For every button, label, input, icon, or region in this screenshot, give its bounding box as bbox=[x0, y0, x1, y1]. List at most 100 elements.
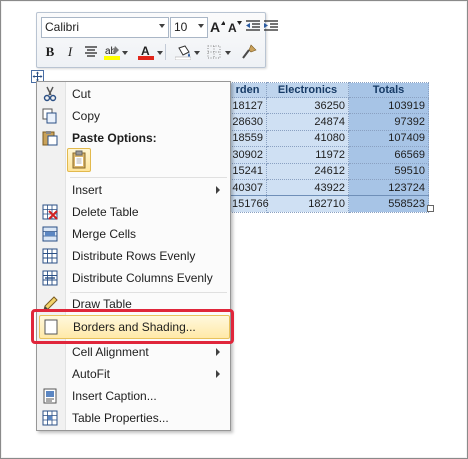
menu-item-distribute-rows[interactable]: Distribute Rows Evenly bbox=[39, 245, 228, 267]
table-cell[interactable]: 123724 bbox=[348, 178, 429, 197]
menu-item-merge-cells[interactable]: Merge Cells bbox=[39, 223, 228, 245]
font-color-icon: A bbox=[138, 44, 154, 60]
delete-table-icon bbox=[42, 204, 58, 220]
bold-button[interactable]: B bbox=[41, 43, 59, 61]
table-header-row: rden Electronics Totals bbox=[228, 82, 429, 98]
table-cell[interactable]: 43922 bbox=[266, 178, 349, 197]
format-painter-icon bbox=[242, 44, 257, 59]
menu-item-label: Insert Caption... bbox=[72, 389, 157, 403]
menu-item-label: Copy bbox=[72, 109, 101, 123]
table-resize-handle[interactable] bbox=[427, 205, 434, 212]
table-cell[interactable]: 28630 bbox=[228, 113, 267, 131]
table-cell[interactable]: 66569 bbox=[348, 146, 429, 164]
submenu-arrow-icon bbox=[216, 370, 220, 378]
table-row: 30902 11972 66569 bbox=[228, 146, 429, 164]
italic-button[interactable]: I bbox=[61, 43, 79, 61]
increase-indent-button[interactable] bbox=[262, 17, 280, 35]
center-button[interactable] bbox=[82, 43, 100, 61]
decrease-indent-button[interactable] bbox=[244, 17, 262, 35]
copy-icon bbox=[42, 108, 57, 124]
table-cell[interactable]: 18127 bbox=[228, 96, 267, 115]
font-name-combo[interactable]: Calibri bbox=[41, 17, 169, 38]
table-properties-icon bbox=[42, 410, 58, 426]
menu-item-label: Cell Alignment bbox=[72, 345, 149, 359]
submenu-arrow-icon bbox=[216, 186, 220, 194]
menu-item-cell-alignment[interactable]: Cell Alignment bbox=[39, 341, 228, 363]
borders-button[interactable] bbox=[205, 43, 223, 61]
column-header[interactable]: Electronics bbox=[266, 82, 349, 98]
table-cell[interactable]: 30902 bbox=[228, 146, 267, 164]
menu-item-insert-caption[interactable]: Insert Caption... bbox=[39, 385, 228, 407]
menu-item-delete-table[interactable]: Delete Table bbox=[39, 201, 228, 223]
submenu-arrow-icon bbox=[216, 348, 220, 356]
column-header[interactable]: Totals bbox=[348, 82, 429, 98]
table-cell[interactable]: 151766 bbox=[228, 195, 269, 213]
table-cell[interactable]: 15241 bbox=[228, 162, 267, 180]
shading-button[interactable] bbox=[174, 43, 192, 61]
svg-text:A: A bbox=[210, 19, 220, 34]
grow-font-button[interactable]: A bbox=[208, 17, 226, 35]
distribute-rows-icon bbox=[42, 248, 58, 264]
shrink-font-button[interactable]: A bbox=[226, 17, 244, 35]
menu-item-label: Merge Cells bbox=[72, 227, 137, 241]
table-cell[interactable]: 182710 bbox=[266, 195, 349, 213]
svg-text:A: A bbox=[141, 44, 150, 58]
italic-icon: I bbox=[67, 44, 73, 59]
table-cell[interactable]: 107409 bbox=[348, 129, 429, 148]
font-size-combo[interactable]: 10 bbox=[170, 17, 208, 38]
shrink-font-icon: A bbox=[228, 21, 242, 34]
menu-separator bbox=[70, 177, 227, 178]
table-cell[interactable]: 36250 bbox=[266, 96, 349, 115]
table-row: 15241 24612 59510 bbox=[228, 162, 429, 180]
table-row: 40307 43922 123724 bbox=[228, 178, 429, 197]
merge-cells-icon bbox=[42, 226, 58, 242]
menu-item-cut[interactable]: Cut bbox=[39, 83, 228, 105]
table-cell[interactable]: 558523 bbox=[348, 195, 429, 213]
chevron-down-icon[interactable] bbox=[225, 51, 231, 55]
table-totals-row: 151766 182710 558523 bbox=[228, 195, 429, 213]
chevron-down-icon[interactable] bbox=[198, 24, 204, 28]
table-cell[interactable]: 40307 bbox=[228, 178, 267, 197]
highlight-button[interactable]: ab bbox=[103, 43, 121, 61]
context-menu: Cut Copy Paste Options: Insert Delete Ta… bbox=[36, 81, 231, 431]
table-cell[interactable]: 41080 bbox=[266, 129, 349, 148]
font-color-button[interactable]: A bbox=[137, 43, 155, 61]
table-cell[interactable]: 59510 bbox=[348, 162, 429, 180]
scissors-icon bbox=[43, 86, 57, 102]
decrease-indent-icon bbox=[246, 20, 260, 31]
clipboard-icon bbox=[72, 150, 86, 169]
bold-icon: B bbox=[45, 44, 55, 59]
column-header[interactable]: rden bbox=[228, 82, 267, 98]
menu-item-label: AutoFit bbox=[72, 367, 111, 381]
menu-item-label: Cut bbox=[72, 87, 91, 101]
mini-toolbar: Calibri 10 A A B I ab A bbox=[36, 12, 278, 68]
menu-item-insert[interactable]: Insert bbox=[39, 179, 228, 201]
font-name-value: Calibri bbox=[45, 20, 80, 34]
highlight-callout-box bbox=[31, 309, 234, 344]
table-cell[interactable]: 103919 bbox=[348, 96, 429, 115]
paste-icon bbox=[42, 131, 58, 146]
increase-indent-icon bbox=[264, 20, 278, 31]
table-cell[interactable]: 11972 bbox=[266, 146, 349, 164]
svg-text:A: A bbox=[228, 21, 237, 34]
menu-item-distribute-columns[interactable]: Distribute Columns Evenly bbox=[39, 267, 228, 289]
chevron-down-icon[interactable] bbox=[194, 51, 200, 55]
distribute-columns-icon bbox=[42, 270, 58, 286]
align-center-icon bbox=[85, 46, 97, 57]
menu-item-label: Distribute Rows Evenly bbox=[72, 249, 196, 263]
chevron-down-icon[interactable] bbox=[122, 51, 128, 55]
chevron-down-icon[interactable] bbox=[159, 24, 165, 28]
table-cell[interactable]: 24612 bbox=[266, 162, 349, 180]
menu-item-copy[interactable]: Copy bbox=[39, 105, 228, 127]
format-painter-button[interactable] bbox=[240, 43, 258, 61]
toolbar-separator bbox=[165, 44, 166, 60]
table-cell[interactable]: 24874 bbox=[266, 113, 349, 131]
borders-icon bbox=[207, 45, 221, 59]
menu-item-autofit[interactable]: AutoFit bbox=[39, 363, 228, 385]
paste-keep-formatting-button[interactable] bbox=[67, 148, 91, 172]
data-table[interactable]: rden Electronics Totals 18127 36250 1039… bbox=[228, 82, 429, 213]
chevron-down-icon[interactable] bbox=[157, 51, 163, 55]
table-cell[interactable]: 18559 bbox=[228, 129, 267, 148]
table-cell[interactable]: 97392 bbox=[348, 113, 429, 131]
menu-item-table-properties[interactable]: Table Properties... bbox=[39, 407, 228, 429]
